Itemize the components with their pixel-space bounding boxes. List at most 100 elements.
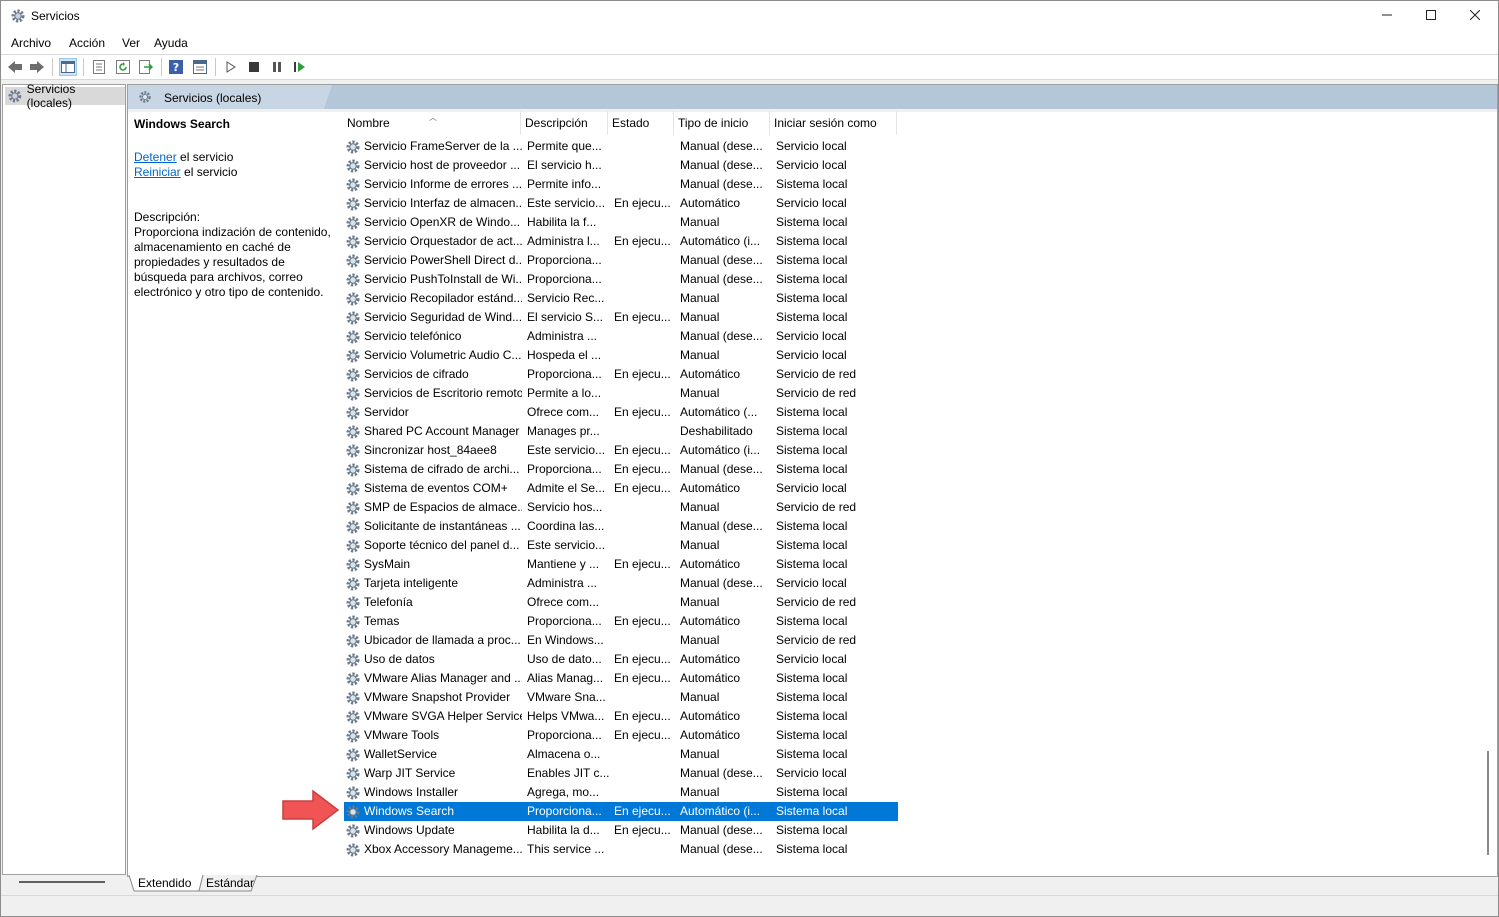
service-row[interactable]: Sistema de cifrado de archi... Proporcion… (344, 460, 898, 479)
service-status: En ejecu... (614, 367, 671, 381)
menu-accion[interactable]: Acción (69, 36, 105, 50)
service-startup-type: Automático (680, 652, 741, 666)
service-row[interactable]: VMware SVGA Helper Service Helps VMwa... E… (344, 707, 898, 726)
service-row[interactable]: Temas Proporciona... En ejecu... Automático… (344, 612, 898, 631)
service-logon-as: Sistema local (776, 557, 848, 571)
forward-button[interactable] (28, 58, 46, 76)
service-row[interactable]: Shared PC Account Manager Manages pr... De… (344, 422, 898, 441)
pause-icon (273, 62, 281, 72)
service-name: Tarjeta inteligente (364, 576, 459, 590)
tree-item-local-services[interactable]: Servicios (locales) (5, 82, 125, 110)
service-row[interactable]: Telefonía Ofrece com... Manual Servicio de … (344, 593, 898, 612)
service-gear-icon (346, 596, 360, 610)
service-row[interactable]: SMP de Espacios de almace... Servicio hos… (344, 498, 898, 517)
service-startup-type: Manual (680, 310, 720, 324)
service-description: Enables JIT c... (527, 766, 609, 780)
start-service-button[interactable] (222, 58, 240, 76)
service-row[interactable]: Servicio PushToInstall de Wi... Proporcio… (344, 270, 898, 289)
restart-service-button[interactable] (291, 58, 309, 76)
restart-service-link[interactable]: Reiniciar (134, 165, 181, 179)
stop-service-button[interactable] (245, 58, 263, 76)
service-gear-icon (346, 292, 360, 306)
service-name: Servicios de cifrado (364, 367, 469, 381)
service-row[interactable]: Solicitante de instantáneas ... Coordina … (344, 517, 898, 536)
service-logon-as: Servicio de red (776, 367, 857, 381)
service-row[interactable]: Servicio Orquestador de act... Administra… (344, 232, 898, 251)
service-logon-as: Sistema local (776, 785, 848, 799)
service-row[interactable]: Servicio Seguridad de Wind... El servicio… (344, 308, 898, 327)
service-row[interactable]: Windows Update Habilita la d... En ejecu..… (344, 821, 898, 840)
close-button[interactable] (1452, 1, 1498, 32)
service-name: VMware Snapshot Provider (364, 690, 511, 704)
service-row[interactable]: Servicio Interfaz de almacen... Este serv… (344, 194, 898, 213)
list-scrollbar[interactable] (1487, 751, 1489, 855)
refresh-button[interactable] (114, 58, 132, 76)
service-name: Telefonía (364, 595, 413, 609)
service-row[interactable]: Warp JIT Service Enables JIT c... Manual (… (344, 764, 898, 783)
service-row[interactable]: Servidor Ofrece com... En ejecu... Automáti… (344, 403, 898, 422)
service-row[interactable]: Soporte técnico del panel d... Este servi… (344, 536, 898, 555)
service-row[interactable]: VMware Snapshot Provider VMware Sna... Man… (344, 688, 898, 707)
maximize-button[interactable] (1408, 1, 1454, 32)
service-row[interactable]: Servicio Recopilador estánd... Servicio R… (344, 289, 898, 308)
column-header-iniciar-sesion[interactable]: Iniciar sesión como (770, 111, 897, 135)
export-button[interactable] (137, 58, 155, 76)
service-row[interactable]: Ubicador de llamada a proc... En Windows.… (344, 631, 898, 650)
service-description: Permite a lo... (527, 386, 602, 400)
service-row[interactable]: VMware Tools Proporciona... En ejecu... Aut… (344, 726, 898, 745)
help-button[interactable]: ? (167, 58, 185, 76)
service-row[interactable]: Servicios de cifrado Proporciona... En eje… (344, 365, 898, 384)
service-row[interactable]: Windows Installer Agrega, mo... Manual Sist… (344, 783, 898, 802)
tab-extendido[interactable]: Extendido (130, 875, 199, 892)
properties-button[interactable] (90, 58, 108, 76)
service-row[interactable]: Servicio FrameServer de la ... Permite qu… (344, 137, 898, 156)
service-name: Temas (364, 614, 400, 628)
back-button[interactable] (6, 58, 24, 76)
service-row[interactable]: SysMain Mantiene y ... En ejecu... Automáti… (344, 555, 898, 574)
service-row[interactable]: Xbox Accessory Manageme... This service .… (344, 840, 898, 859)
service-row[interactable]: Servicio telefónico Administra ... Manual … (344, 327, 898, 346)
show-tree-button[interactable] (59, 58, 77, 76)
service-row[interactable]: Servicio Informe de errores ... Permite i… (344, 175, 898, 194)
tab-estandar[interactable]: Estándar (198, 875, 262, 892)
service-startup-type: Deshabilitado (680, 424, 753, 438)
menu-ver[interactable]: Ver (122, 36, 140, 50)
service-row[interactable]: Servicio host de proveedor ... El servici… (344, 156, 898, 175)
service-row[interactable]: Servicio Volumetric Audio C... Hospeda el… (344, 346, 898, 365)
column-header-descripcion[interactable]: Descripción (521, 111, 608, 135)
column-header-tipo-inicio[interactable]: Tipo de inicio (674, 111, 770, 135)
service-startup-type: Automático (i... (680, 804, 761, 818)
service-description: Administra l... (527, 234, 600, 248)
service-name: Servicio PushToInstall de Wi... (364, 272, 522, 286)
stop-service-link[interactable]: Detener (134, 150, 177, 164)
stop-icon (249, 62, 259, 72)
view-button[interactable] (191, 58, 209, 76)
column-header-nombre[interactable]: ︿ Nombre (343, 111, 521, 135)
service-row[interactable]: WalletService Almacena o... Manual Sistema … (344, 745, 898, 764)
service-name: Servicio Volumetric Audio C... (364, 348, 522, 362)
tree-pane: Servicios (locales) (2, 82, 126, 875)
service-row[interactable]: Uso de datos Uso de dato... En ejecu... Aut… (344, 650, 898, 669)
service-row[interactable]: Servicios de Escritorio remoto Permite a … (344, 384, 898, 403)
service-startup-type: Automático (680, 671, 741, 685)
forward-icon (30, 61, 44, 73)
minimize-button[interactable] (1364, 1, 1410, 32)
service-row[interactable]: VMware Alias Manager and ... Alias Manag.… (344, 669, 898, 688)
menu-ayuda[interactable]: Ayuda (154, 36, 188, 50)
service-row[interactable]: Sincronizar host_84aee8 Este servicio... E… (344, 441, 898, 460)
service-description: El servicio S... (527, 310, 604, 324)
menu-archivo[interactable]: Archivo (11, 36, 51, 50)
service-row[interactable]: Sistema de eventos COM+ Admite el Se... En… (344, 479, 898, 498)
service-row[interactable]: Servicio OpenXR de Windo... Habilita la f… (344, 213, 898, 232)
toolbar-separator (83, 58, 84, 76)
pause-service-button[interactable] (268, 58, 286, 76)
service-logon-as: Sistema local (776, 804, 848, 818)
service-row[interactable]: Servicio PowerShell Direct d... Proporcio… (344, 251, 898, 270)
service-row[interactable]: Tarjeta inteligente Administra ... Manual … (344, 574, 898, 593)
view-tabs: Extendido Estándar (127, 875, 1496, 893)
tree-scrollbar[interactable] (19, 881, 105, 883)
service-gear-icon (346, 615, 360, 629)
service-status: En ejecu... (614, 405, 671, 419)
service-row[interactable]: Windows Search Proporciona... En ejecu... A… (344, 802, 898, 821)
column-header-estado[interactable]: Estado (608, 111, 674, 135)
